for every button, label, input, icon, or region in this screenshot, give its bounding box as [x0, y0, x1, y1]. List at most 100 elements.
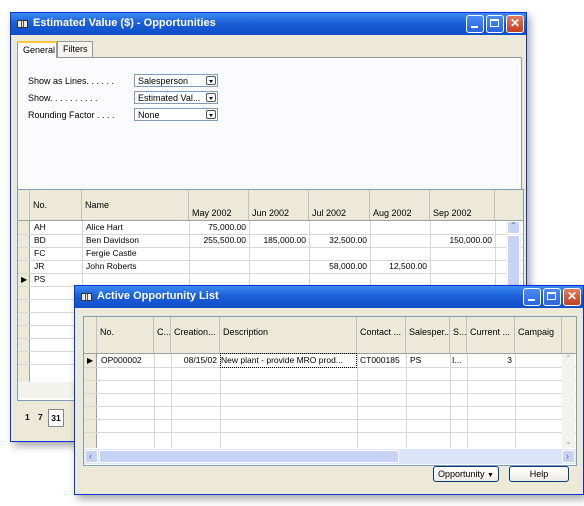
current-row-icon: ▶: [87, 356, 94, 365]
col-line: [357, 354, 358, 448]
close-icon: ✕: [509, 16, 521, 30]
close-icon: ✕: [566, 289, 578, 303]
col-current-label: Current ...: [470, 327, 511, 337]
chevron-down-icon[interactable]: [206, 93, 216, 102]
title-bar[interactable]: Estimated Value ($) - Opportunities ✕: [11, 13, 526, 35]
minimize-button[interactable]: [466, 15, 484, 33]
col-salesperson-header[interactable]: Salesper...: [406, 317, 450, 353]
show-as-lines-select[interactable]: Salesperson: [134, 74, 218, 87]
title-bar[interactable]: Active Opportunity List ✕: [75, 286, 583, 308]
row-line: [84, 432, 576, 433]
general-panel: Show as Lines. . . . . . Salesperson Sho…: [17, 57, 522, 190]
scroll-up-button[interactable]: ⌃: [507, 221, 520, 234]
pager-7[interactable]: 7: [38, 411, 43, 424]
col-s-label: S...: [453, 327, 467, 337]
row-selector-column[interactable]: [18, 221, 30, 386]
maximize-button[interactable]: [543, 288, 561, 306]
row-name: Ben Davidson: [86, 235, 139, 245]
col-no-label: No.: [100, 327, 115, 337]
row-may: 75,000.00: [208, 222, 246, 232]
col-may-label: May 2002: [192, 208, 232, 218]
chevron-down-icon[interactable]: [206, 76, 216, 85]
row-aug: 12,500.00: [389, 261, 427, 271]
maximize-button[interactable]: [486, 15, 504, 33]
corner-cell: [18, 190, 30, 220]
row-no: OP000002: [101, 355, 142, 365]
opportunity-header: No. C... Creation... Description Contact…: [84, 317, 576, 354]
row-line: [84, 367, 576, 368]
help-button[interactable]: Help: [509, 466, 569, 482]
minimize-button[interactable]: [523, 288, 541, 306]
row-jul: 32,500.00: [329, 235, 367, 245]
caret-down-icon: ▼: [487, 472, 494, 479]
col-name-header[interactable]: Name: [82, 190, 189, 220]
scroll-right-button[interactable]: ›: [562, 450, 575, 463]
tab-general[interactable]: General: [17, 41, 57, 58]
col-jun-label: Jun 2002: [252, 208, 290, 218]
col-may-header[interactable]: May 2002: [189, 190, 249, 220]
page-buttons: 1 7 31: [21, 409, 81, 427]
row-jun: 185,000.00: [263, 235, 306, 245]
col-line: [406, 354, 407, 448]
tab-filters[interactable]: Filters: [57, 41, 93, 57]
col-line: [515, 354, 516, 448]
col-creation-label: Creation...: [174, 327, 216, 337]
row-contact: CT000185: [360, 355, 400, 365]
rounding-factor-select[interactable]: None: [134, 108, 218, 121]
col-contact-header[interactable]: Contact ...: [357, 317, 406, 353]
chevron-up-icon[interactable]: ⌃: [565, 354, 572, 363]
app-icon: [17, 20, 28, 28]
rounding-factor-value: None: [138, 110, 160, 120]
rounding-factor-label: Rounding Factor . . . .: [28, 110, 115, 120]
scroll-left-button[interactable]: ‹: [85, 450, 98, 463]
tab-filters-label: Filters: [63, 44, 88, 54]
col-jul-label: Jul 2002: [312, 208, 347, 218]
col-salesperson-label: Salesper...: [409, 327, 450, 337]
pager-1[interactable]: 1: [25, 411, 30, 424]
chevron-right-icon: ›: [566, 451, 569, 461]
col-jun-header[interactable]: Jun 2002: [249, 190, 309, 220]
chevron-down-icon[interactable]: ⌄: [565, 437, 572, 446]
vertical-scrollbar[interactable]: ⌃ ⌄: [562, 354, 575, 448]
col-line: [220, 354, 221, 448]
col-aug-header[interactable]: Aug 2002: [370, 190, 430, 220]
row-creation: 08/15/02: [183, 355, 217, 365]
row-selector-column[interactable]: [84, 354, 97, 448]
col-campaign-header[interactable]: Campaig: [515, 317, 562, 353]
col-description-header[interactable]: Description: [220, 317, 357, 353]
opportunity-grid[interactable]: No. C... Creation... Description Contact…: [83, 316, 577, 466]
row-description[interactable]: New plant - provide MRO prod...: [220, 353, 357, 368]
col-no-header[interactable]: No.: [30, 190, 82, 220]
close-button[interactable]: ✕: [563, 288, 581, 306]
col-campaign-label: Campaig: [518, 327, 555, 337]
active-opportunity-list-window: Active Opportunity List ✕ No. C... Creat…: [74, 285, 584, 495]
row-name: Alice Hart: [86, 222, 123, 232]
row-no: JR: [34, 261, 45, 271]
close-button[interactable]: ✕: [506, 15, 524, 33]
window-title: Active Opportunity List: [97, 290, 219, 302]
show-as-lines-label: Show as Lines. . . . . .: [28, 76, 115, 86]
row-no: FC: [34, 248, 46, 258]
col-creation-header[interactable]: Creation...: [171, 317, 220, 353]
chevron-down-icon[interactable]: [206, 110, 216, 119]
col-jul-header[interactable]: Jul 2002: [309, 190, 370, 220]
horizontal-scrollbar[interactable]: ‹ ›: [84, 449, 576, 464]
row-no: BD: [34, 235, 46, 245]
col-c-header[interactable]: C...: [154, 317, 171, 353]
col-s-header[interactable]: S...: [450, 317, 467, 353]
app-icon: [81, 293, 92, 301]
col-current-header[interactable]: Current ...: [467, 317, 515, 353]
col-c-label: C...: [157, 327, 171, 337]
chevron-left-icon: ‹: [89, 451, 92, 461]
col-no-header[interactable]: No.: [97, 317, 154, 353]
row-name: John Roberts: [86, 261, 137, 271]
row-sep: 150,000.00: [449, 235, 492, 245]
opportunity-menu-button[interactable]: Opportunity ▼: [433, 466, 499, 482]
matrix-header: No. Name May 2002 Jun 2002 Jul 2002 Aug …: [18, 190, 523, 221]
row-salesperson: PS: [410, 355, 422, 365]
show-select[interactable]: Estimated Val...: [134, 91, 218, 104]
pager-31[interactable]: 31: [48, 409, 64, 427]
row-may: 255,500.00: [203, 235, 246, 245]
col-sep-header[interactable]: Sep 2002: [430, 190, 495, 220]
scroll-thumb[interactable]: [99, 450, 399, 463]
